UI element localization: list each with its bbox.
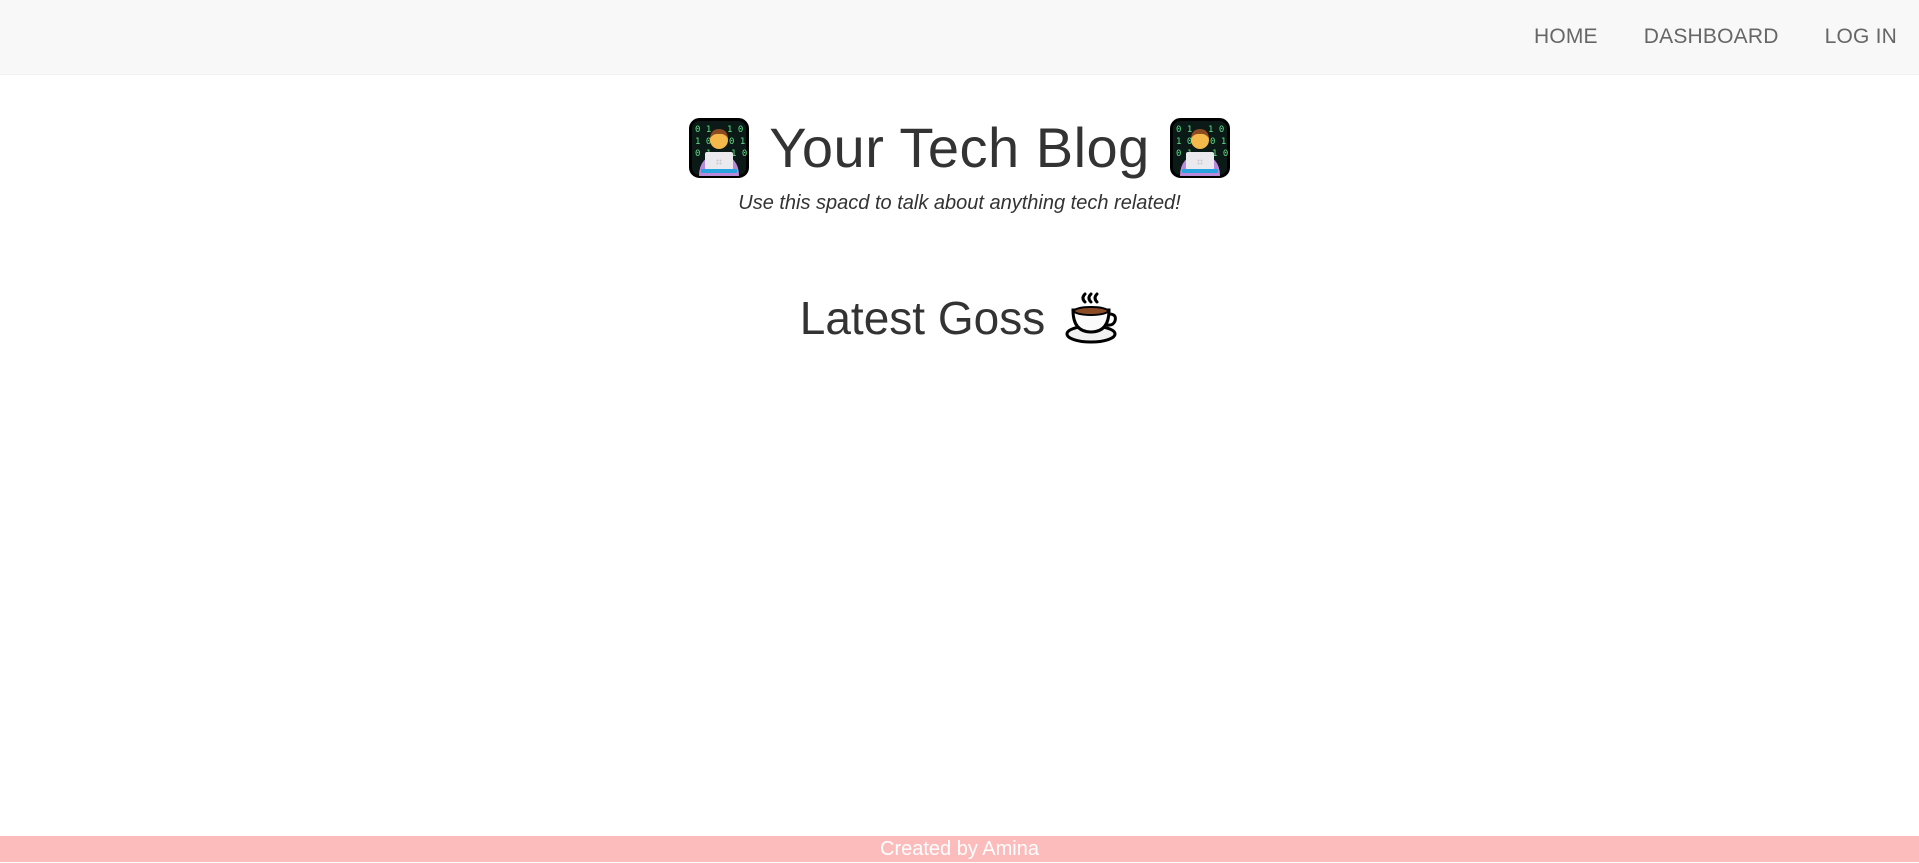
coffee-icon bbox=[1063, 290, 1119, 346]
svg-text:0 1: 0 1 bbox=[729, 137, 745, 147]
svg-text:1 0: 1 0 bbox=[1212, 149, 1228, 159]
svg-text:1 0: 1 0 bbox=[1208, 125, 1224, 135]
svg-text:0 1: 0 1 bbox=[695, 125, 711, 135]
footer-credit: Created by Amina bbox=[880, 838, 1039, 860]
footer: Created by Amina bbox=[0, 836, 1919, 862]
nav-links: HOME DASHBOARD LOG IN bbox=[1534, 25, 1897, 49]
hero: 0 1 1 0 1 0 0 1 0 1 1 0 Your Tech Blog 0… bbox=[0, 110, 1919, 235]
latest-posts-heading-row: Latest Goss bbox=[0, 290, 1919, 346]
blog-subtitle: Use this spacd to talk about anything te… bbox=[738, 192, 1181, 214]
svg-text:1 0: 1 0 bbox=[695, 137, 711, 147]
svg-text:0 1: 0 1 bbox=[1210, 137, 1226, 147]
technologist-icon: 0 1 1 0 1 0 0 1 0 1 1 0 bbox=[689, 118, 750, 178]
nav-link-home[interactable]: HOME bbox=[1534, 25, 1598, 49]
svg-text:1 0: 1 0 bbox=[1176, 137, 1192, 147]
svg-text:0 1: 0 1 bbox=[1176, 125, 1192, 135]
nav-link-login[interactable]: LOG IN bbox=[1825, 25, 1897, 49]
svg-text:1 0: 1 0 bbox=[731, 149, 747, 159]
blog-title-row: 0 1 1 0 1 0 0 1 0 1 1 0 Your Tech Blog 0… bbox=[0, 110, 1919, 186]
nav-link-dashboard[interactable]: DASHBOARD bbox=[1644, 25, 1779, 49]
blog-title: Your Tech Blog bbox=[769, 116, 1150, 179]
navbar: HOME DASHBOARD LOG IN bbox=[0, 0, 1919, 75]
technologist-icon: 0 1 1 0 1 0 0 1 0 1 1 0 bbox=[1169, 118, 1230, 178]
latest-posts-section: Latest Goss bbox=[0, 290, 1919, 346]
svg-text:1 0: 1 0 bbox=[727, 125, 743, 135]
latest-posts-title: Latest Goss bbox=[799, 292, 1046, 344]
